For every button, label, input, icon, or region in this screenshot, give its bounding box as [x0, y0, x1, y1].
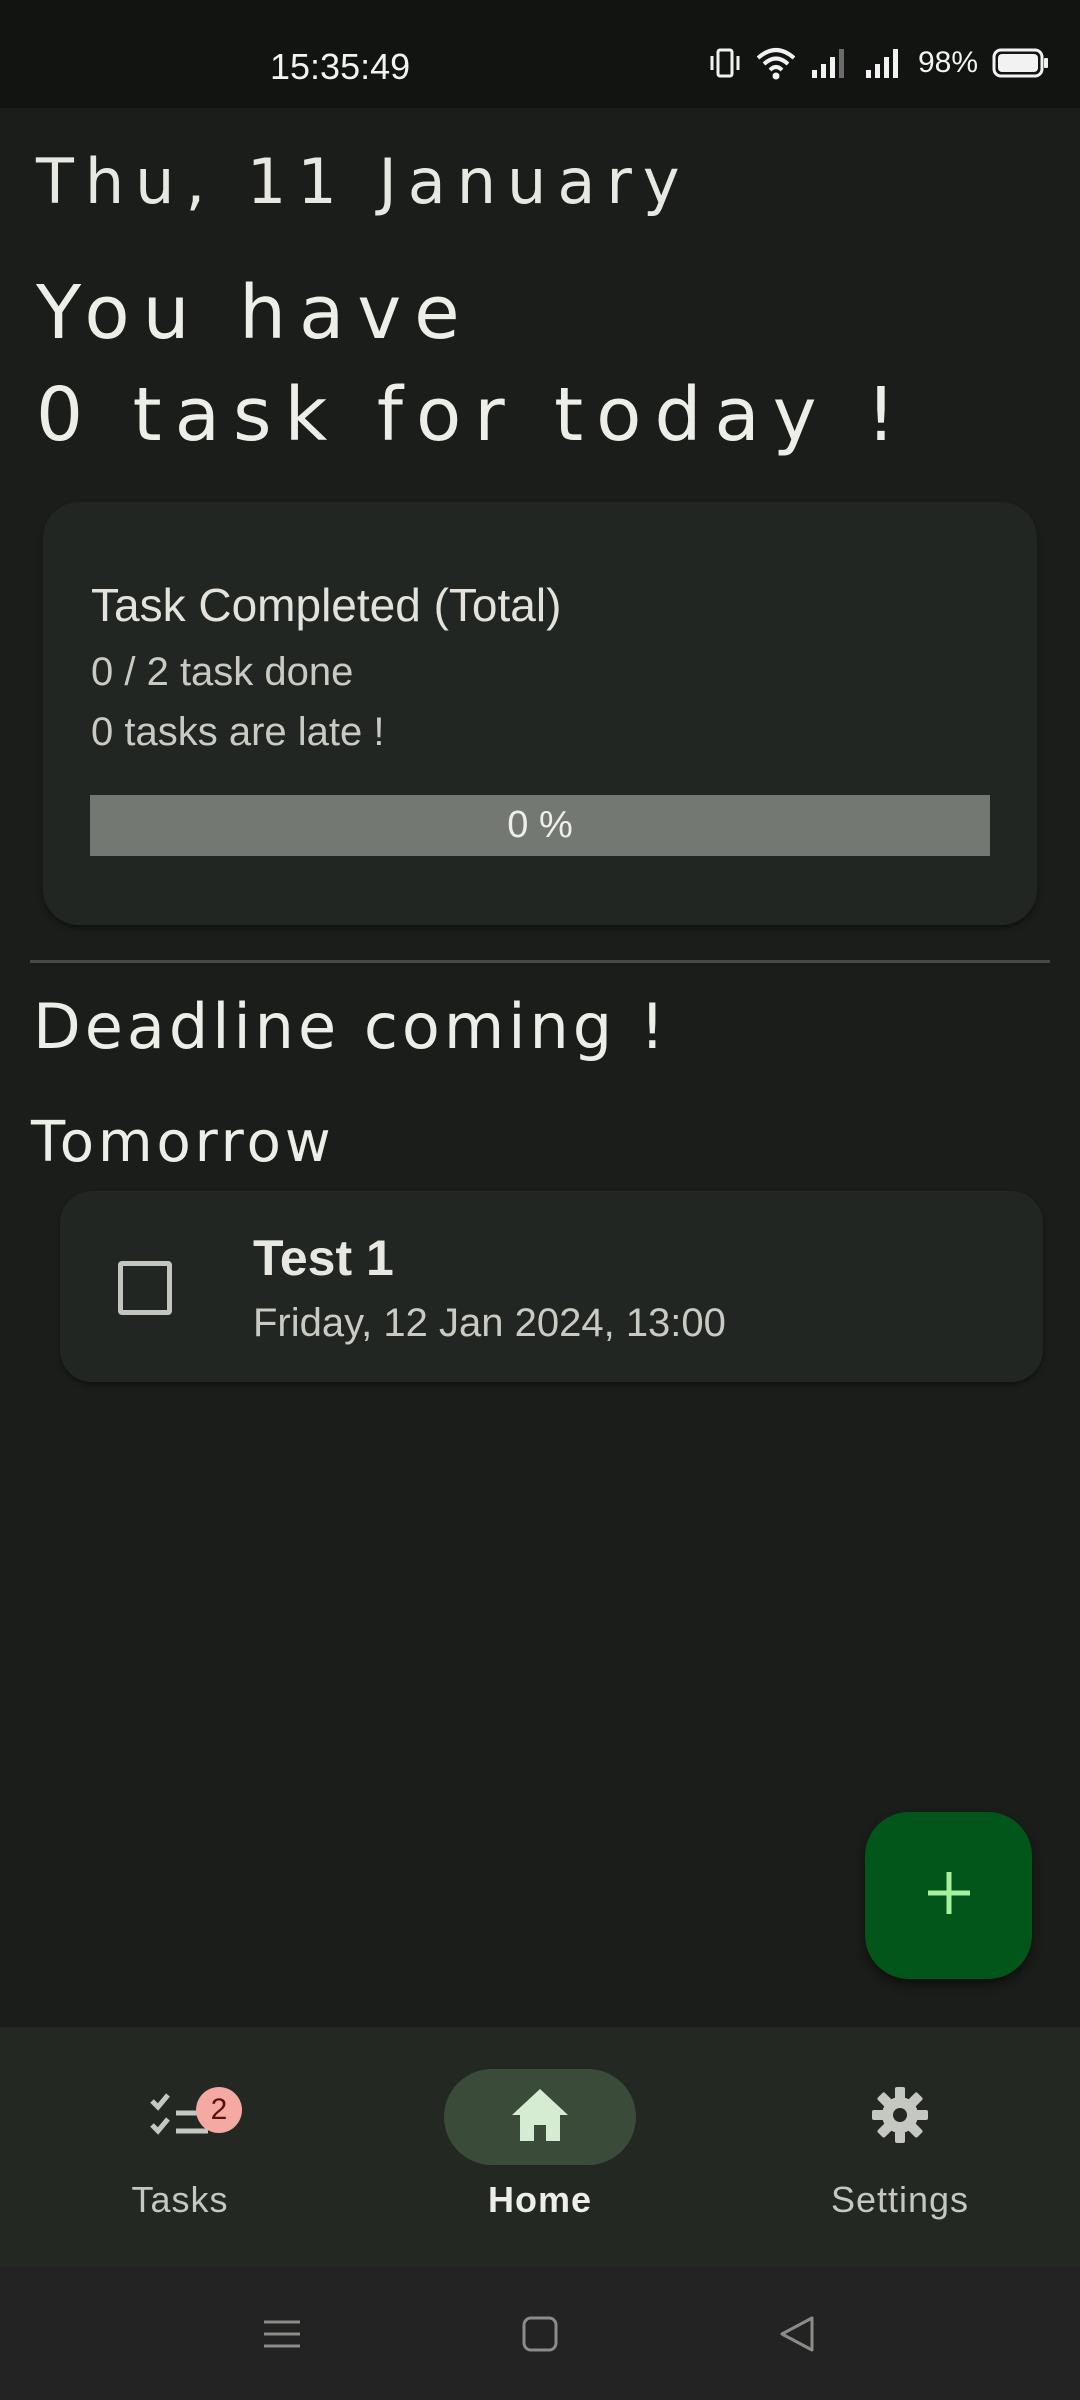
nav-label-home: Home	[487, 2179, 593, 2220]
status-time: 15:35:49	[270, 46, 411, 87]
nav-item-home[interactable]: Home	[360, 2027, 720, 2267]
add-task-button[interactable]	[865, 1812, 1032, 1979]
tasks-late-count: 0 tasks are late !	[91, 710, 385, 754]
tomorrow-group-title: Tomorrow	[31, 1110, 335, 1175]
status-bar: 15:35:49 98%	[0, 0, 1080, 108]
nav-label-settings: Settings	[830, 2179, 970, 2220]
battery-icon	[992, 47, 1050, 79]
task-card[interactable]: Test 1 Friday, 12 Jan 2024, 13:00	[60, 1191, 1043, 1382]
nav-icon-container	[84, 2069, 276, 2165]
nav-icon-container	[804, 2069, 996, 2165]
signal-icon	[810, 46, 850, 80]
nav-label-tasks: Tasks	[131, 2179, 229, 2220]
system-navigation-bar	[0, 2267, 1080, 2400]
status-icons: 98%	[708, 46, 1050, 80]
home-square-icon[interactable]	[513, 2307, 567, 2361]
task-title: Test 1	[253, 1230, 394, 1286]
deadline-section-title: Deadline coming !	[33, 990, 669, 1063]
progress-label: 0 %	[507, 804, 573, 846]
today-summary-headline: You have 0 task for today !	[36, 262, 909, 466]
section-divider	[30, 960, 1050, 963]
stats-title: Task Completed (Total)	[91, 579, 562, 631]
wifi-icon	[756, 46, 796, 80]
current-date: Thu, 11 January	[36, 145, 691, 218]
nav-active-pill	[444, 2069, 636, 2165]
nav-item-tasks[interactable]: 2 Tasks	[0, 2027, 360, 2267]
tasks-done-count: 0 / 2 task done	[91, 650, 354, 694]
headline-line-1: You have	[36, 270, 473, 356]
home-icon	[510, 2087, 570, 2148]
headline-line-2: 0 task for today !	[36, 372, 909, 458]
task-due-date: Friday, 12 Jan 2024, 13:00	[253, 1301, 726, 1345]
tasks-count-badge: 2	[196, 2087, 242, 2133]
plus-icon	[924, 1868, 974, 1923]
task-stats-card: Task Completed (Total) 0 / 2 task done 0…	[43, 502, 1037, 925]
home-screen: 15:35:49 98% Thu, 11 January You have 0 …	[0, 0, 1080, 2400]
gear-icon	[870, 2085, 930, 2150]
task-checkbox[interactable]	[118, 1261, 172, 1315]
battery-percent: 98%	[917, 46, 978, 79]
nav-item-settings[interactable]: Settings	[720, 2027, 1080, 2267]
back-icon[interactable]	[771, 2307, 825, 2361]
vibrate-icon	[708, 46, 742, 80]
bottom-navigation: 2 Tasks Home Settings	[0, 2027, 1080, 2267]
completion-progress-bar: 0 %	[90, 795, 990, 856]
signal-icon	[864, 46, 904, 80]
menu-icon[interactable]	[255, 2307, 309, 2361]
